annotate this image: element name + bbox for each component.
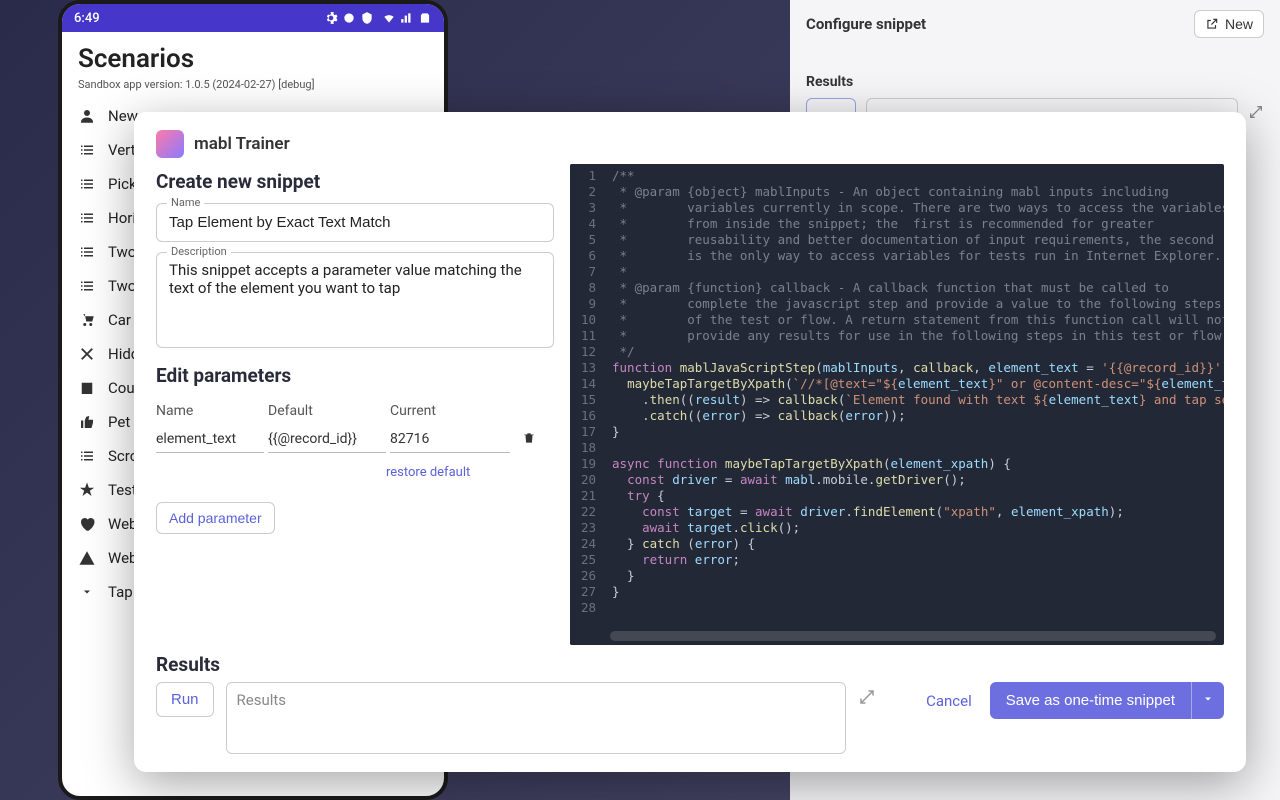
phone-statusbar: 6:49 — [62, 4, 444, 32]
circle-icon — [342, 11, 356, 25]
mabl-logo-icon — [156, 130, 184, 158]
param-row: element_text{{@record_id}}82716 — [156, 425, 554, 459]
scenario-item-label: Two — [108, 243, 136, 261]
expand-icon[interactable] — [1248, 104, 1264, 120]
external-link-icon — [1205, 17, 1219, 31]
new-button[interactable]: New — [1194, 10, 1264, 38]
cart-icon — [78, 311, 96, 329]
expand-results-icon[interactable] — [858, 688, 876, 706]
param-default[interactable]: {{@record_id}} — [268, 431, 386, 453]
params-header-row: Name Default Current — [156, 397, 554, 425]
list-icon — [78, 243, 96, 261]
statusbar-time: 6:49 — [74, 11, 100, 26]
chevron-down-icon — [1202, 693, 1214, 705]
snippet-editor-modal: mabl Trainer Create new snippet Name Des… — [134, 112, 1246, 772]
param-current[interactable]: 82716 — [390, 431, 510, 453]
name-field-group: Name — [156, 203, 554, 242]
create-heading: Create new snippet — [156, 170, 554, 193]
editor-code[interactable]: /** * @param {object} mablInputs - An ob… — [604, 164, 1224, 645]
signal-icon — [400, 11, 414, 25]
desc-field-group: Description This snippet accepts a param… — [156, 252, 554, 348]
snippet-desc-input[interactable]: This snippet accepts a parameter value m… — [169, 261, 541, 333]
modal-app-title: mabl Trainer — [194, 134, 290, 154]
results-heading: Results — [156, 653, 1224, 676]
shield-icon — [360, 11, 374, 25]
app-version: Sandbox app version: 1.0.5 (2024-02-27) … — [78, 78, 428, 91]
close-icon — [78, 345, 96, 363]
horizontal-scrollbar[interactable] — [610, 631, 1216, 641]
scenario-item-label: Test — [108, 481, 137, 499]
save-dropdown-button[interactable] — [1191, 682, 1224, 719]
save-button[interactable]: Save as one-time snippet — [990, 682, 1191, 719]
configure-title: Configure snippet — [806, 15, 926, 33]
list-icon — [78, 447, 96, 465]
heart-icon — [78, 515, 96, 533]
calendar-icon — [78, 379, 96, 397]
results-output[interactable]: Results — [226, 682, 846, 754]
code-editor[interactable]: 1234567891011121314151617181920212223242… — [570, 164, 1224, 645]
restore-default-link[interactable]: restore default — [386, 465, 554, 480]
phone-header: Scenarios Sandbox app version: 1.0.5 (20… — [62, 32, 444, 95]
page-title: Scenarios — [78, 44, 428, 74]
add-parameter-button[interactable]: Add parameter — [156, 502, 275, 534]
params-col-current: Current — [390, 403, 510, 419]
cancel-button[interactable]: Cancel — [926, 692, 972, 710]
list-icon — [78, 277, 96, 295]
person-icon — [78, 107, 96, 125]
star-icon — [78, 481, 96, 499]
statusbar-icons — [324, 11, 432, 25]
gear-icon — [324, 11, 338, 25]
new-button-label: New — [1225, 16, 1253, 32]
param-name[interactable]: element_text — [156, 431, 264, 453]
results-placeholder: Results — [237, 691, 287, 709]
desc-label: Description — [167, 245, 231, 258]
delete-icon[interactable] — [522, 431, 536, 445]
scenario-item-label: Hori — [108, 209, 136, 227]
results-label: Results — [806, 74, 1264, 90]
bottom-section: Results Run Results Cancel Save as one-t… — [156, 653, 1224, 754]
params-col-name: Name — [156, 403, 264, 419]
params-heading: Edit parameters — [156, 364, 554, 387]
list-icon — [78, 209, 96, 227]
chevron-icon — [78, 583, 96, 601]
params-col-default: Default — [268, 403, 386, 419]
list-icon — [78, 175, 96, 193]
scenario-item-label: Two — [108, 277, 136, 295]
snippet-name-input[interactable] — [169, 214, 541, 231]
scenario-item-label: Pick — [108, 175, 137, 193]
editor-gutter: 1234567891011121314151617181920212223242… — [570, 164, 604, 645]
thumb-icon — [78, 413, 96, 431]
save-button-group: Save as one-time snippet — [990, 682, 1224, 719]
warn-icon — [78, 549, 96, 567]
name-label: Name — [167, 196, 204, 209]
battery-icon — [418, 11, 432, 25]
run-button[interactable]: Run — [156, 682, 214, 717]
list-icon — [78, 141, 96, 159]
wifi-icon — [382, 11, 396, 25]
